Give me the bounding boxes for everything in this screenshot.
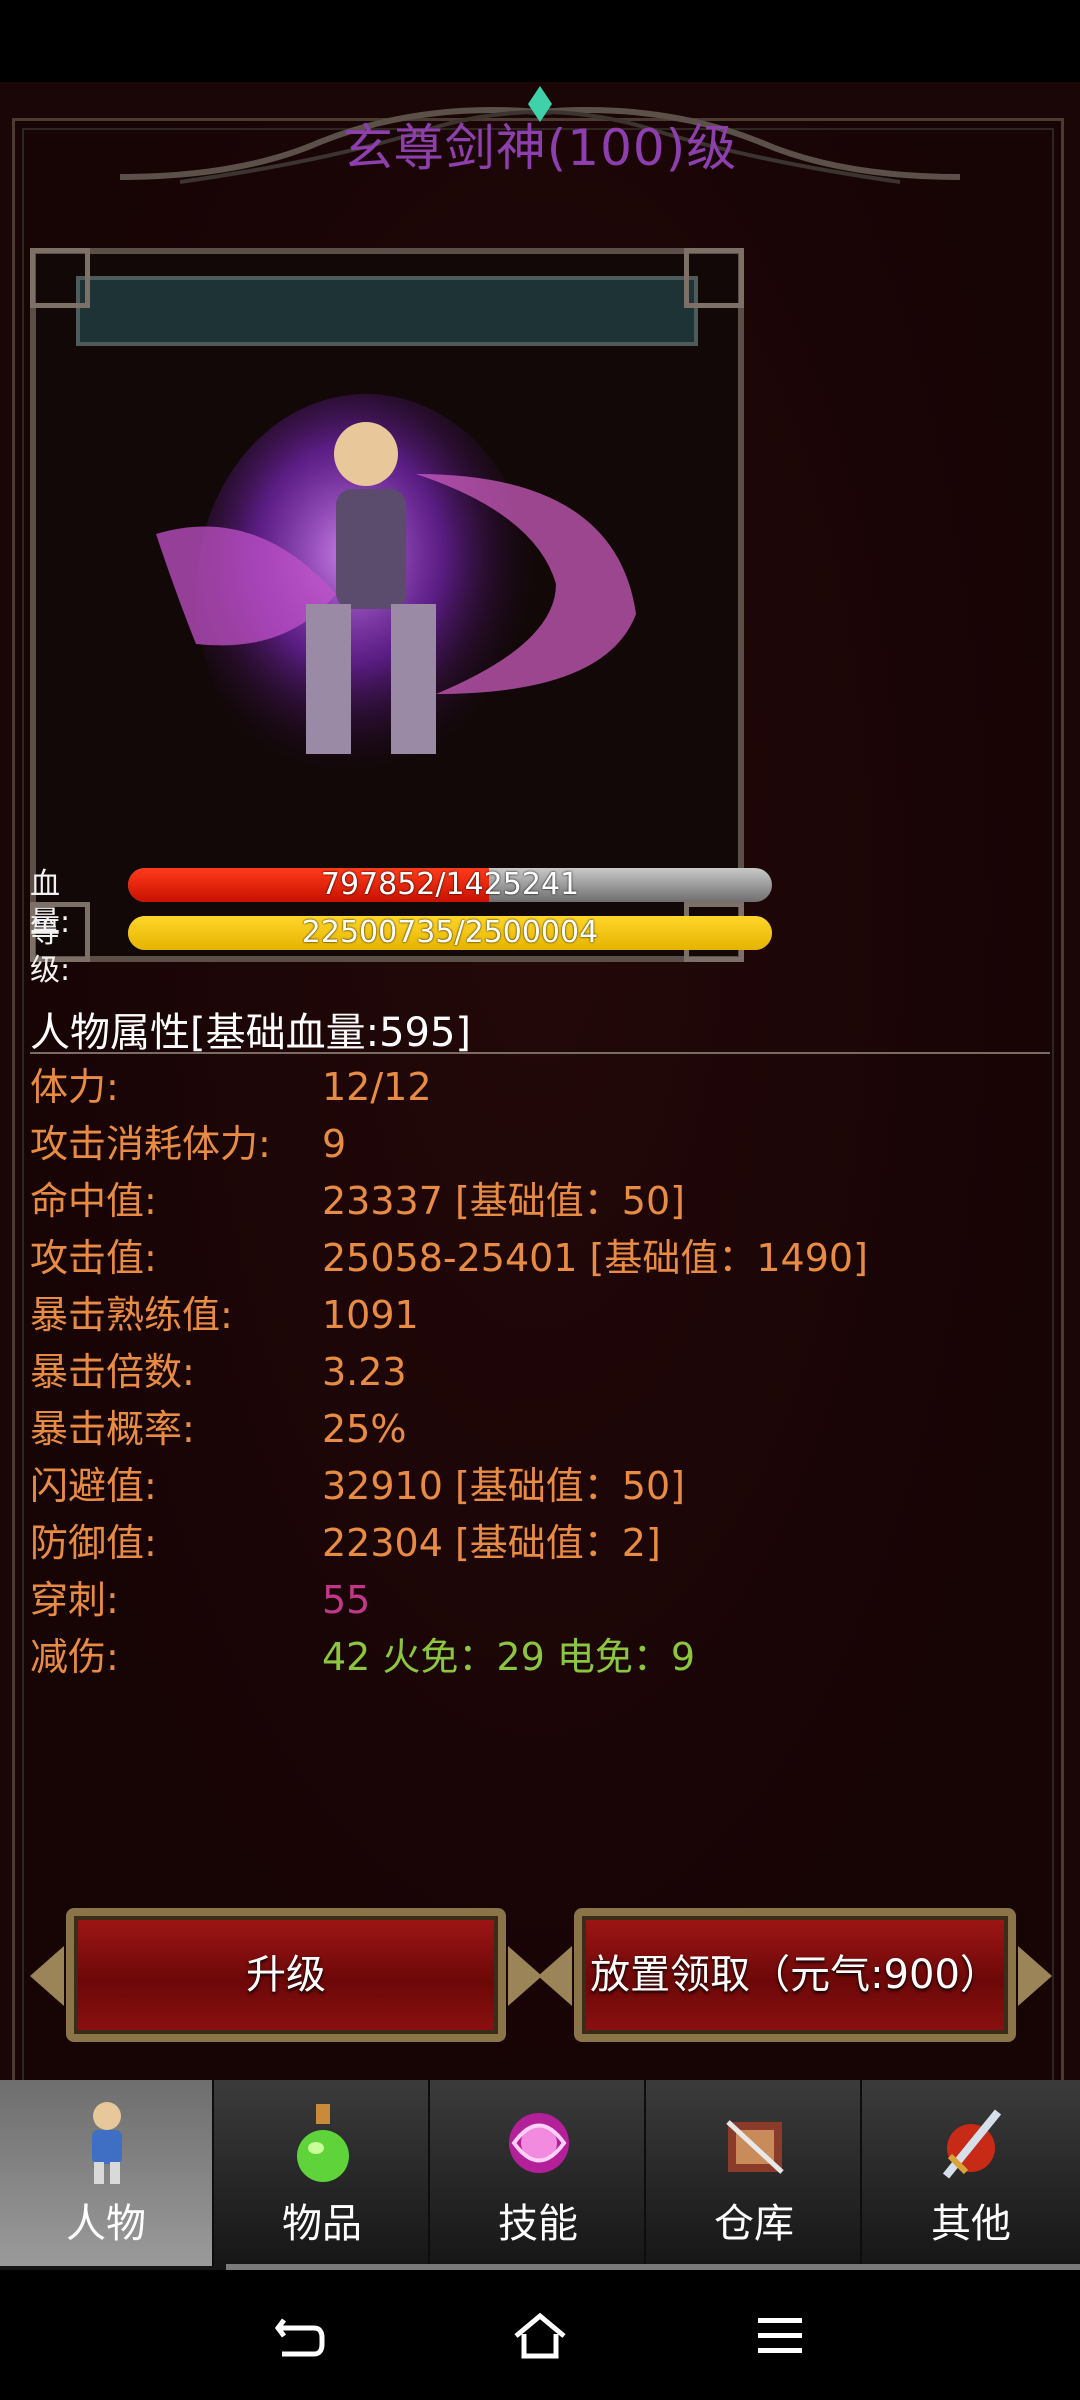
tab-character[interactable]: 人物 xyxy=(0,2080,214,2266)
attribute-value: 32910 [基础值：50] xyxy=(322,1464,685,1508)
attribute-value: 3.23 xyxy=(322,1350,407,1394)
attributes-header: 人物属性[基础血量:595] xyxy=(30,1010,472,1056)
hero-figure xyxy=(156,394,636,794)
attribute-row: 暴击倍数: 3.23 xyxy=(30,1347,1050,1404)
attribute-label: 暴击熟练值: xyxy=(30,1293,233,1337)
sword-icon xyxy=(942,2109,1002,2179)
attribute-row: 攻击消耗体力: 9 xyxy=(30,1119,1050,1176)
attribute-row: 体力: 12/12 xyxy=(30,1062,1050,1119)
attribute-label: 命中值: xyxy=(30,1179,157,1223)
attribute-value: 25% xyxy=(322,1407,407,1451)
attribute-label: 减伤: xyxy=(30,1635,119,1679)
attribute-label: 闪避值: xyxy=(30,1464,157,1508)
attribute-value: 55 xyxy=(322,1578,371,1622)
character-portrait xyxy=(30,248,744,962)
attribute-value: 12/12 xyxy=(322,1065,432,1109)
system-navigation-bar xyxy=(0,2270,1080,2400)
tab-warehouse[interactable]: 仓库 xyxy=(648,2080,862,2266)
attribute-value: 22304 [基础值：2] xyxy=(322,1521,661,1565)
tab-skills[interactable]: 技能 xyxy=(432,2080,646,2266)
attribute-row: 暴击熟练值: 1091 xyxy=(30,1290,1050,1347)
upgrade-button[interactable]: 升级 xyxy=(30,1908,542,2042)
attributes-list: 体力: 12/12 攻击消耗体力: 9 命中值: 23337 [基础值：50] 攻击值: 25… xyxy=(30,1062,1050,1689)
bottom-tab-bar: 人物 物品 技能 仓库 其他 xyxy=(0,2080,1080,2270)
home-icon[interactable] xyxy=(510,2306,570,2366)
tab-label: 物品 xyxy=(282,2201,362,2247)
attribute-label: 攻击值: xyxy=(30,1236,157,1280)
upgrade-button-label: 升级 xyxy=(246,1952,326,1998)
tab-items[interactable]: 物品 xyxy=(216,2080,430,2266)
tab-label: 仓库 xyxy=(714,2201,794,2247)
skill-orb-icon xyxy=(509,2113,569,2173)
tab-label: 人物 xyxy=(66,2201,146,2247)
attribute-row: 穿刺: 55 xyxy=(30,1575,1050,1632)
attribute-row: 命中值: 23337 [基础值：50] xyxy=(30,1176,1050,1233)
attribute-row: 防御值: 22304 [基础值：2] xyxy=(30,1518,1050,1575)
hp-bar: 797852/1425241 xyxy=(128,868,772,902)
attributes-divider xyxy=(30,1052,1050,1054)
attribute-value: 23337 [基础值：50] xyxy=(322,1179,685,1223)
page-title: 玄尊剑神(100)级 xyxy=(342,119,738,177)
level-value: 22500735/2500004 xyxy=(301,916,599,950)
warehouse-icon xyxy=(726,2120,784,2174)
tab-label: 其他 xyxy=(931,2201,1011,2247)
attribute-label: 暴击概率: xyxy=(30,1407,195,1451)
hp-value: 797852/1425241 xyxy=(320,868,580,902)
level-label: 等级: xyxy=(30,915,71,988)
attribute-row: 闪避值: 32910 [基础值：50] xyxy=(30,1461,1050,1518)
attribute-row: 暴击概率: 25% xyxy=(30,1404,1050,1461)
character-icon xyxy=(92,2102,122,2184)
collect-button-label: 放置领取（元气:900） xyxy=(590,1952,1000,1998)
portrait-banner xyxy=(76,276,698,346)
level-bar: 22500735/2500004 xyxy=(128,916,772,950)
attribute-label: 暴击倍数: xyxy=(30,1350,195,1394)
status-bar xyxy=(0,0,1080,82)
attribute-label: 防御值: xyxy=(30,1521,157,1565)
potion-icon xyxy=(297,2104,349,2182)
attribute-value: 9 xyxy=(322,1122,347,1166)
attribute-label: 攻击消耗体力: xyxy=(30,1122,271,1166)
attribute-value: 1091 xyxy=(322,1293,419,1337)
collect-idle-reward-button[interactable]: 放置领取（元气:900） xyxy=(538,1908,1052,2042)
menu-icon[interactable] xyxy=(750,2306,810,2366)
attribute-value: 42 火免：29 电免：9 xyxy=(322,1635,696,1679)
back-icon[interactable] xyxy=(270,2306,330,2366)
attribute-label: 体力: xyxy=(30,1065,119,1109)
attribute-row: 攻击值: 25058-25401 [基础值：1490] xyxy=(30,1233,1050,1290)
tab-label: 技能 xyxy=(498,2201,578,2247)
attribute-row: 减伤: 42 火免：29 电免：9 xyxy=(30,1632,1050,1689)
attribute-value: 25058-25401 [基础值：1490] xyxy=(322,1236,868,1280)
tab-other[interactable]: 其他 xyxy=(864,2080,1078,2266)
attribute-label: 穿刺: xyxy=(30,1578,119,1622)
